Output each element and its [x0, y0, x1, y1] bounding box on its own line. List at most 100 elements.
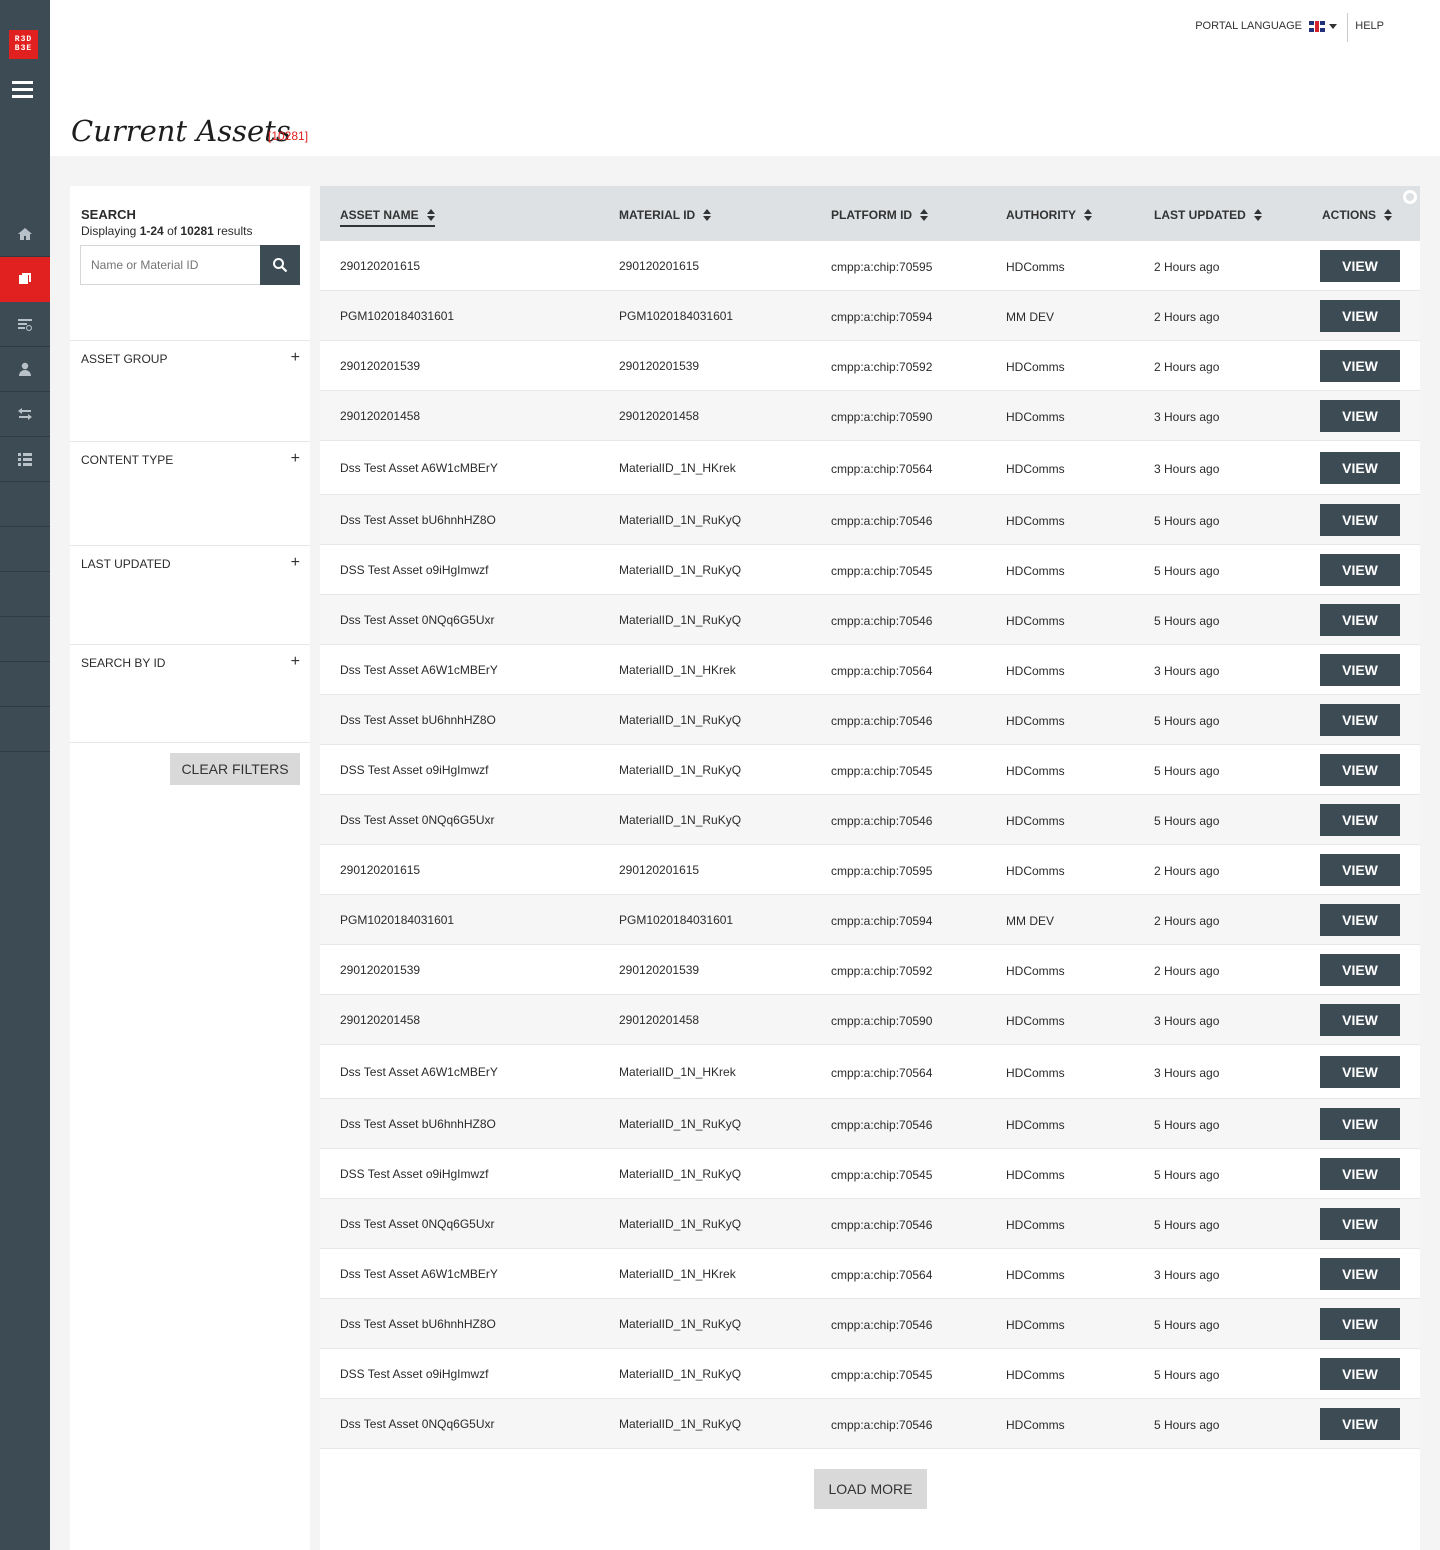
- view-button[interactable]: VIEW: [1320, 400, 1400, 432]
- search-input[interactable]: [80, 245, 261, 285]
- platform-id-cell: cmpp:a:chip:70545: [831, 564, 933, 578]
- sidebar-item-list[interactable]: [0, 437, 50, 482]
- load-more-button[interactable]: LOAD MORE: [814, 1469, 927, 1509]
- view-button[interactable]: VIEW: [1320, 604, 1400, 636]
- sort-icon[interactable]: [920, 209, 929, 221]
- view-button[interactable]: VIEW: [1320, 1004, 1400, 1036]
- sort-icon[interactable]: [1384, 209, 1392, 221]
- sidebar-item-transfer[interactable]: [0, 392, 50, 437]
- search-button[interactable]: [260, 245, 300, 285]
- view-button[interactable]: VIEW: [1320, 804, 1400, 836]
- view-button[interactable]: VIEW: [1320, 350, 1400, 382]
- filter-search-by-id[interactable]: SEARCH BY ID +: [70, 644, 310, 743]
- asset-name-cell: PGM1020184031601: [340, 913, 455, 927]
- view-button[interactable]: VIEW: [1320, 754, 1400, 786]
- asset-name-cell: Dss Test Asset bU6hnhHZ8O: [340, 1117, 496, 1131]
- asset-name-cell: 290120201539: [340, 963, 421, 977]
- view-button[interactable]: VIEW: [1320, 1208, 1400, 1240]
- sidebar-item-empty-2: [0, 527, 50, 572]
- material-id-cell: MaterialID_1N_RuKyQ: [619, 563, 742, 577]
- sidebar-item-schedule[interactable]: [0, 302, 50, 347]
- platform-id-cell: cmpp:a:chip:70546: [831, 1218, 933, 1232]
- view-button[interactable]: VIEW: [1320, 1056, 1400, 1088]
- authority-cell: HDComms: [1006, 564, 1065, 578]
- column-header-asset-name[interactable]: ASSET NAME: [340, 208, 435, 227]
- column-header-last-updated[interactable]: LAST UPDATED: [1154, 208, 1262, 222]
- material-id-cell: MaterialID_1N_RuKyQ: [619, 713, 742, 727]
- view-button[interactable]: VIEW: [1320, 854, 1400, 886]
- last-updated-cell: 3 Hours ago: [1154, 462, 1220, 476]
- authority-cell: HDComms: [1006, 964, 1065, 978]
- table-row: PGM1020184031601 PGM1020184031601 cmpp:a:c…: [320, 895, 1420, 945]
- redbee-logo[interactable]: R3D B3E: [9, 30, 38, 59]
- material-id-cell: MaterialID_1N_RuKyQ: [619, 1417, 742, 1431]
- view-button[interactable]: VIEW: [1320, 904, 1400, 936]
- view-button[interactable]: VIEW: [1320, 1108, 1400, 1140]
- sidebar-item-assets[interactable]: [0, 257, 50, 302]
- table-row: Dss Test Asset bU6hnhHZ8O MaterialID_1N_R…: [320, 695, 1420, 745]
- authority-cell: HDComms: [1006, 1168, 1065, 1182]
- asset-name-cell: Dss Test Asset bU6hnhHZ8O: [340, 513, 496, 527]
- view-button[interactable]: VIEW: [1320, 1258, 1400, 1290]
- authority-cell: HDComms: [1006, 1318, 1065, 1332]
- column-header-platform-id[interactable]: PLATFORM ID: [831, 208, 929, 222]
- platform-id-cell: cmpp:a:chip:70594: [831, 310, 933, 324]
- material-id-cell: MaterialID_1N_RuKyQ: [619, 1317, 742, 1331]
- sidebar-item-home[interactable]: [0, 212, 50, 257]
- sort-icon[interactable]: [1084, 209, 1092, 221]
- last-updated-cell: 5 Hours ago: [1154, 814, 1220, 828]
- hamburger-menu-icon[interactable]: [12, 81, 33, 98]
- view-button[interactable]: VIEW: [1320, 654, 1400, 686]
- column-header-authority[interactable]: AUTHORITY: [1006, 208, 1092, 222]
- top-bar: PORTAL LANGUAGE HELP Current Assets [102…: [50, 0, 1440, 156]
- view-button[interactable]: VIEW: [1320, 554, 1400, 586]
- sort-icon[interactable]: [703, 209, 712, 221]
- help-link[interactable]: HELP: [1355, 20, 1384, 32]
- material-id-cell: PGM1020184031601: [619, 913, 734, 927]
- view-button[interactable]: VIEW: [1320, 504, 1400, 536]
- plus-icon[interactable]: +: [291, 554, 300, 572]
- view-button[interactable]: VIEW: [1320, 300, 1400, 332]
- asset-name-cell: Dss Test Asset 0NQq6G5Uxr: [340, 1417, 495, 1431]
- asset-name-cell: DSS Test Asset o9iHgImwzf: [340, 1367, 489, 1381]
- clear-filters-button[interactable]: CLEAR FILTERS: [170, 753, 300, 785]
- view-button[interactable]: VIEW: [1320, 452, 1400, 484]
- chevron-down-icon: [1329, 23, 1337, 29]
- view-button[interactable]: VIEW: [1320, 1358, 1400, 1390]
- view-button[interactable]: VIEW: [1320, 1408, 1400, 1440]
- filter-asset-group[interactable]: ASSET GROUP +: [70, 340, 310, 441]
- sidebar-item-user[interactable]: [0, 347, 50, 392]
- plus-icon[interactable]: +: [291, 349, 300, 367]
- platform-id-cell: cmpp:a:chip:70545: [831, 1368, 933, 1382]
- view-button[interactable]: VIEW: [1320, 250, 1400, 282]
- sort-icon[interactable]: [1253, 209, 1262, 221]
- table-header: ASSET NAME MATERIAL ID PLATFORM ID AUTHO…: [320, 186, 1420, 241]
- authority-cell: HDComms: [1006, 1218, 1065, 1232]
- results-of: of: [163, 224, 181, 238]
- plus-icon[interactable]: +: [291, 450, 300, 468]
- filter-content-type[interactable]: CONTENT TYPE +: [70, 441, 310, 545]
- last-updated-cell: 5 Hours ago: [1154, 714, 1220, 728]
- view-button[interactable]: VIEW: [1320, 704, 1400, 736]
- view-button[interactable]: VIEW: [1320, 1308, 1400, 1340]
- platform-id-cell: cmpp:a:chip:70545: [831, 1168, 933, 1182]
- column-header-material-id[interactable]: MATERIAL ID: [619, 208, 712, 222]
- column-header-actions[interactable]: ACTIONS: [1322, 208, 1392, 222]
- plus-icon[interactable]: +: [291, 653, 300, 671]
- last-updated-cell: 2 Hours ago: [1154, 310, 1220, 324]
- view-button[interactable]: VIEW: [1320, 954, 1400, 986]
- sort-icon[interactable]: [426, 209, 435, 221]
- asset-name-cell: 290120201539: [340, 359, 421, 373]
- material-id-cell: MaterialID_1N_RuKyQ: [619, 513, 742, 527]
- results-range: 1-24: [139, 224, 164, 238]
- material-id-cell: 290120201458: [619, 1013, 700, 1027]
- table-row: DSS Test Asset o9iHgImwzf MaterialID_1N_R…: [320, 545, 1420, 595]
- portal-language-selector[interactable]: PORTAL LANGUAGE: [1195, 20, 1337, 32]
- gear-icon[interactable]: [1403, 190, 1417, 204]
- view-button[interactable]: VIEW: [1320, 1158, 1400, 1190]
- material-id-cell: MaterialID_1N_HKrek: [619, 1267, 736, 1281]
- last-updated-cell: 5 Hours ago: [1154, 1218, 1220, 1232]
- sidebar-nav: [0, 212, 50, 752]
- filter-last-updated[interactable]: LAST UPDATED +: [70, 545, 310, 644]
- platform-id-cell: cmpp:a:chip:70564: [831, 1066, 933, 1080]
